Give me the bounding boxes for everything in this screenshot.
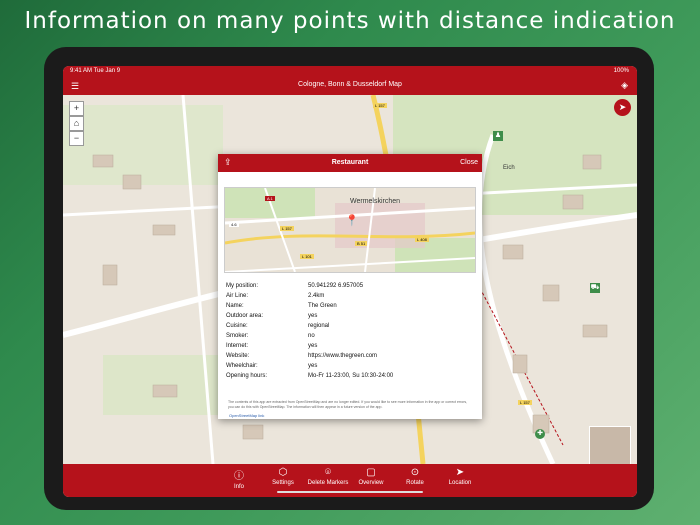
poi-icon[interactable]: ♟ [493, 131, 503, 141]
road-label: B 51 [355, 241, 368, 246]
location-map-preview: A 1 Wermelskirchen L 157 L 408 B 51 L 10… [224, 187, 476, 273]
info-row: Wheelchair: yes [226, 363, 318, 369]
restaurant-detail-modal: ⇪ Restaurant Close A 1 Wermelskirchen L … [218, 154, 482, 419]
parking-icon[interactable]: ⛟ [590, 283, 600, 293]
info-row: My position: 50.941292 6.957005 [226, 283, 364, 289]
road-label: L 157 [280, 226, 294, 231]
road-label: L 157 [518, 400, 532, 405]
modal-header: ⇪ Restaurant Close [218, 154, 482, 172]
info-table: My position: 50.941292 6.957005 Air Line:… [224, 282, 474, 382]
city-label: Wermelskirchen [350, 198, 401, 205]
layers-icon[interactable]: ◈ [621, 80, 628, 91]
road-label: L 408 [415, 237, 429, 242]
road-label: A 1 [265, 196, 275, 201]
info-row: Internet: yes [226, 343, 318, 349]
zoom-in-button[interactable]: + [69, 101, 84, 116]
info-row: Outdoor area: yes [226, 313, 318, 319]
battery-indicator: 100% [613, 68, 629, 74]
tab-location[interactable]: ➤ Location [433, 467, 487, 486]
status-bar: 9:41 AM Tue Jan 9 100% [63, 66, 637, 77]
info-row: Name: The Green [226, 303, 337, 309]
osm-notice: The contents of this app are extracted f… [228, 400, 468, 409]
location-pin-icon: 📍 [345, 215, 359, 227]
close-button[interactable]: Close [460, 159, 478, 166]
info-row: Website: https://www.thegreen.com [226, 353, 378, 359]
osm-link[interactable]: OpenStreetMap link [229, 413, 264, 418]
info-row: Smoker: no [226, 333, 315, 339]
home-indicator [277, 491, 423, 493]
promo-banner: Information on many points with distance… [24, 8, 676, 34]
zoom-out-button[interactable]: − [69, 131, 84, 146]
info-row: Air Line: 2.4km [226, 293, 325, 299]
road-label: L 101 [300, 254, 314, 259]
status-time: 9:41 AM Tue Jan 9 [70, 68, 121, 74]
poi-icon[interactable]: ✚ [535, 429, 545, 439]
nav-bar: ☰ Cologne, Bonn & Dusseldorf Map ◈ [63, 77, 637, 95]
place-label: Eich [503, 165, 515, 171]
app-screen: 9:41 AM Tue Jan 9 100% ☰ Cologne, Bonn &… [63, 66, 637, 497]
road-label: L 157 [373, 103, 387, 108]
road-label: 4.6 [229, 222, 239, 227]
home-button[interactable]: ⌂ [69, 116, 84, 131]
compass-icon[interactable]: ➤ [614, 99, 631, 116]
website-link[interactable]: https://www.thegreen.com [308, 353, 377, 359]
info-row: Cuisine: regional [226, 323, 330, 329]
nav-title: Cologne, Bonn & Dusseldorf Map [298, 81, 402, 88]
modal-title: Restaurant [331, 159, 369, 166]
info-row: Opening hours: Mo-Fr 11-23:00, Su 10:30-2… [226, 373, 394, 379]
location-arrow-icon: ➤ [455, 467, 465, 478]
minimap-thumbnail[interactable] [589, 426, 631, 466]
